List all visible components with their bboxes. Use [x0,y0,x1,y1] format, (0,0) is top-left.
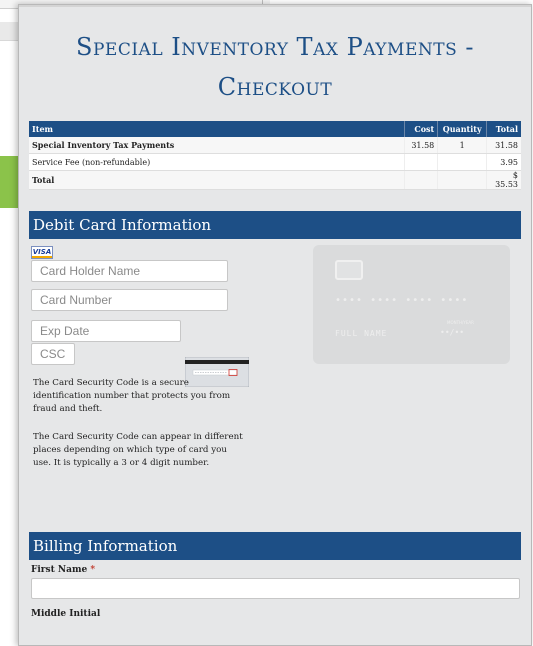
required-mark: * [90,565,96,575]
page-title: Special Inventory Tax Payments - Checkou… [76,33,474,101]
row-cost [404,170,439,190]
card-number-input[interactable] [31,289,228,311]
row-quantity [437,153,488,171]
debit-section-header: Debit Card Information [29,211,521,239]
card-preview-name: FULL NAME [335,329,388,338]
row-quantity: 1 [437,137,488,154]
table-row: Special Inventory Tax Payments 31.58 1 3… [29,137,521,154]
row-item: Service Fee (non-refundable) [29,153,406,171]
header-quantity: Quantity [437,121,488,137]
order-table-header: Item Cost Quantity Total [29,121,521,137]
modal-top-strip [19,5,531,7]
visa-icon: VISA [31,246,53,259]
header-item: Item [29,121,406,137]
card-preview-number: •••• •••• •••• •••• [335,295,469,306]
row-cost: 31.58 [404,137,439,154]
row-total: $ 35.53 [486,170,521,190]
card-preview: •••• •••• •••• •••• FULL NAME MONTH/YEAR… [313,245,510,364]
csc-help-text-1: The Card Security Code is a secure ident… [33,378,231,414]
checkout-modal: Special Inventory Tax Payments - Checkou… [18,4,532,646]
order-table: Item Cost Quantity Total Special Invento… [29,121,521,190]
header-total: Total [486,121,521,137]
row-quantity [437,170,488,190]
first-name-label: First Name * [31,565,95,575]
billing-section-header: Billing Information [29,532,521,560]
first-name-input[interactable] [31,578,520,599]
csc-help-text-2: The Card Security Code can appear in dif… [33,432,243,468]
card-holder-input[interactable] [31,260,228,282]
card-preview-exp-label: MONTH/YEAR [447,320,474,325]
middle-initial-label: Middle Initial [31,609,101,619]
background-band [0,22,20,41]
header-cost: Cost [404,121,439,137]
card-chip-icon [335,260,363,280]
exp-date-input[interactable] [31,320,181,342]
row-total: 3.95 [486,153,521,171]
first-name-label-text: First Name [31,565,88,575]
csc-input[interactable] [31,343,75,365]
table-row: Total $ 35.53 [29,170,521,190]
row-total: 31.58 [486,137,521,154]
row-cost [404,153,439,171]
row-item: Special Inventory Tax Payments [29,137,406,154]
table-row: Service Fee (non-refundable) 3.95 [29,153,521,171]
row-item: Total [29,170,406,190]
background-green-tab[interactable] [0,156,18,208]
card-preview-exp: ••/•• [440,328,465,337]
